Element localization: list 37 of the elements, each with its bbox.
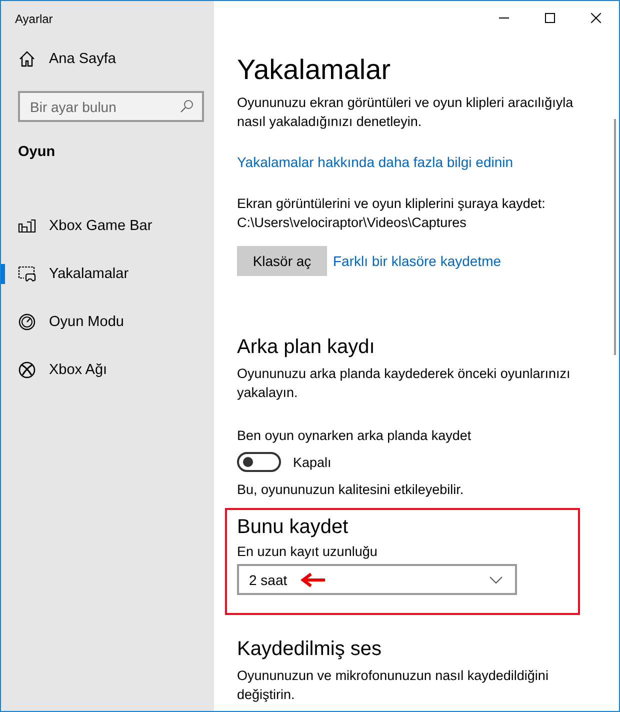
scrollbar[interactable] — [614, 119, 616, 355]
search-field[interactable]: Bir ayar bulun — [18, 91, 204, 122]
duration-dropdown[interactable]: 2 saat — [237, 564, 517, 595]
sidebar-item[interactable]: Xbox Game Bar — [1, 202, 214, 250]
section-heading: Kaydedilmiş ses — [237, 637, 382, 662]
section-description: Oyununuzun ve mikrofonunuzun nasıl kaydedildiğini değiştirin. — [237, 667, 550, 704]
toggle-switch[interactable] — [237, 452, 281, 472]
sidebar-item[interactable]: Xbox Ağı — [1, 346, 214, 394]
home-link[interactable]: Ana Sayfa — [1, 39, 214, 79]
section-heading: Bunu kaydet — [237, 515, 350, 540]
chevron-down-icon — [489, 576, 503, 584]
window-title: Ayarlar — [14, 11, 54, 28]
open-folder-button[interactable]: Klasör aç — [237, 246, 327, 276]
sidebar-item[interactable]: Yakalamalar — [1, 250, 214, 298]
home-icon — [18, 50, 36, 68]
arrow-icon — [300, 572, 326, 588]
search-icon — [180, 99, 194, 113]
toggle-state: Kapalı — [293, 454, 332, 472]
bar-chart-icon — [18, 217, 36, 235]
section-heading: Arka plan kaydı — [237, 335, 375, 360]
page-title: Yakalamalar — [237, 53, 391, 87]
note-text: Bu, oyununuzun kalitesini etkileyebilir. — [237, 481, 465, 499]
learn-more-link[interactable]: Yakalamalar hakkında daha fazla bilgi edinin — [237, 153, 514, 172]
change-folder-link[interactable]: Farklı bir klasöre kaydetme — [333, 252, 502, 270]
toggle-label: Ben oyun oynarken arka planda kaydet — [237, 427, 472, 445]
gauge-icon — [18, 313, 36, 331]
screen-controller-icon — [18, 265, 36, 283]
section-description: Oyununuzu arka planda kaydederek önceki oyunlarınızı yakalayın. — [237, 365, 572, 402]
save-path-text: Ekran görüntülerini ve oyun kliplerini şuraya kaydet: C:\Users\velociraptor\Videos\Captures — [237, 195, 546, 232]
maximize-icon — [545, 13, 555, 23]
sidebar-item[interactable]: Oyun Modu — [1, 298, 214, 346]
home-label: Ana Sayfa — [49, 51, 116, 67]
page-description: Oyununuzu ekran görüntüleri ve oyun klipleri aracılığıyla nasıl yakaladığınızı denetleyin. — [237, 94, 574, 131]
xbox-icon — [18, 361, 36, 379]
close-icon — [591, 13, 601, 23]
section-heading: Oyun — [17, 143, 56, 162]
dropdown-label: En uzun kayıt uzunluğu — [237, 543, 378, 561]
